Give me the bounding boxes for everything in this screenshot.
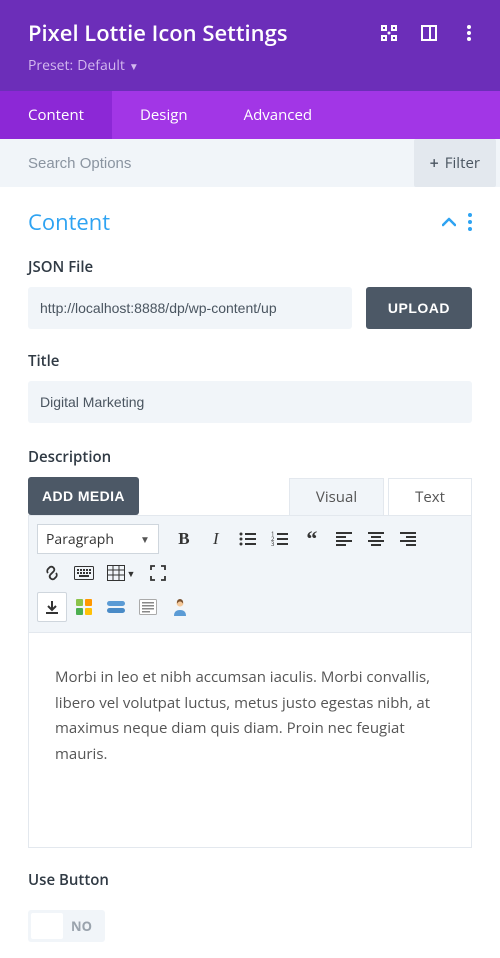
toggle-knob <box>31 913 63 939</box>
fullscreen-icon[interactable] <box>143 558 173 588</box>
preset-label: Preset: <box>28 56 73 75</box>
add-media-button[interactable]: ADD MEDIA <box>28 477 139 515</box>
color-grid-icon[interactable] <box>69 592 99 622</box>
editor-tab-visual[interactable]: Visual <box>289 478 384 515</box>
format-value: Paragraph <box>46 530 114 549</box>
header-actions <box>380 24 478 42</box>
section-title: Content <box>28 207 110 237</box>
title-label: Title <box>28 351 472 371</box>
filter-label: Filter <box>445 153 480 173</box>
section-kebab-icon[interactable] <box>468 213 472 231</box>
toolbar-row-2: ▼ <box>37 558 463 588</box>
preset-selector[interactable]: Preset: Default ▼ <box>28 56 478 75</box>
chevron-down-icon: ▼ <box>129 59 139 73</box>
format-select[interactable]: Paragraph ▼ <box>37 524 159 554</box>
main-tabs: Content Design Advanced <box>0 91 500 139</box>
download-icon[interactable] <box>37 592 67 622</box>
filter-button[interactable]: + Filter <box>414 139 496 187</box>
title-input[interactable] <box>28 381 472 423</box>
module-title: Pixel Lottie Icon Settings <box>28 18 288 48</box>
align-center-icon[interactable] <box>361 524 391 554</box>
use-button-toggle[interactable]: NO <box>28 910 105 942</box>
toolbar-row-3 <box>37 592 463 622</box>
editor-tab-text[interactable]: Text <box>388 478 472 515</box>
header-top-row: Pixel Lottie Icon Settings <box>28 18 478 48</box>
description-section: Description ADD MEDIA Visual Text Paragr… <box>28 447 472 848</box>
toolbar-row-1: Paragraph ▼ B I 123 “ <box>37 524 463 554</box>
tab-advanced[interactable]: Advanced <box>216 91 340 139</box>
bold-icon[interactable]: B <box>169 524 199 554</box>
blockquote-icon[interactable]: “ <box>297 524 327 554</box>
json-file-input[interactable] <box>28 287 352 329</box>
upload-button[interactable]: UPLOAD <box>366 287 472 329</box>
editor-body[interactable]: Morbi in leo et nibh accumsan iaculis. M… <box>28 633 472 848</box>
editor-mode-tabs: Visual Text <box>285 478 472 515</box>
preset-value: Default <box>77 56 125 75</box>
align-left-icon[interactable] <box>329 524 359 554</box>
keyboard-icon[interactable] <box>69 558 99 588</box>
content-panel: Content JSON File UPLOAD Title Descripti… <box>0 187 500 954</box>
link-icon[interactable] <box>37 558 67 588</box>
search-bar: + Filter <box>0 139 500 187</box>
person-icon[interactable] <box>165 592 195 622</box>
pill-icon[interactable] <box>101 592 131 622</box>
section-header: Content <box>28 207 472 237</box>
page-lines-icon[interactable] <box>133 592 163 622</box>
bullet-list-icon[interactable] <box>233 524 263 554</box>
kebab-icon[interactable] <box>460 24 478 42</box>
json-file-label: JSON File <box>28 257 472 277</box>
collapse-icon[interactable] <box>442 217 456 227</box>
section-actions <box>442 213 472 231</box>
panel-layout-icon[interactable] <box>420 24 438 42</box>
chevron-down-icon: ▼ <box>140 532 150 546</box>
search-input[interactable] <box>0 155 414 172</box>
use-button-section: Use Button NO <box>28 870 472 944</box>
table-icon[interactable]: ▼ <box>101 558 141 588</box>
description-content: Morbi in leo et nibh accumsan iaculis. M… <box>55 665 445 767</box>
settings-header: Pixel Lottie Icon Settings <box>0 0 500 91</box>
align-right-icon[interactable] <box>393 524 423 554</box>
title-field: Title <box>28 351 472 423</box>
drag-icon[interactable] <box>380 24 398 42</box>
plus-icon: + <box>430 152 439 174</box>
italic-icon[interactable]: I <box>201 524 231 554</box>
editor-toolbar: Paragraph ▼ B I 123 “ <box>28 515 472 633</box>
svg-text:3: 3 <box>271 540 275 547</box>
numbered-list-icon[interactable]: 123 <box>265 524 295 554</box>
tab-content[interactable]: Content <box>0 91 112 139</box>
use-button-label: Use Button <box>28 870 472 890</box>
tab-design[interactable]: Design <box>112 91 216 139</box>
description-label: Description <box>28 447 472 467</box>
toggle-state: NO <box>71 917 102 935</box>
json-file-row: UPLOAD <box>28 287 472 329</box>
